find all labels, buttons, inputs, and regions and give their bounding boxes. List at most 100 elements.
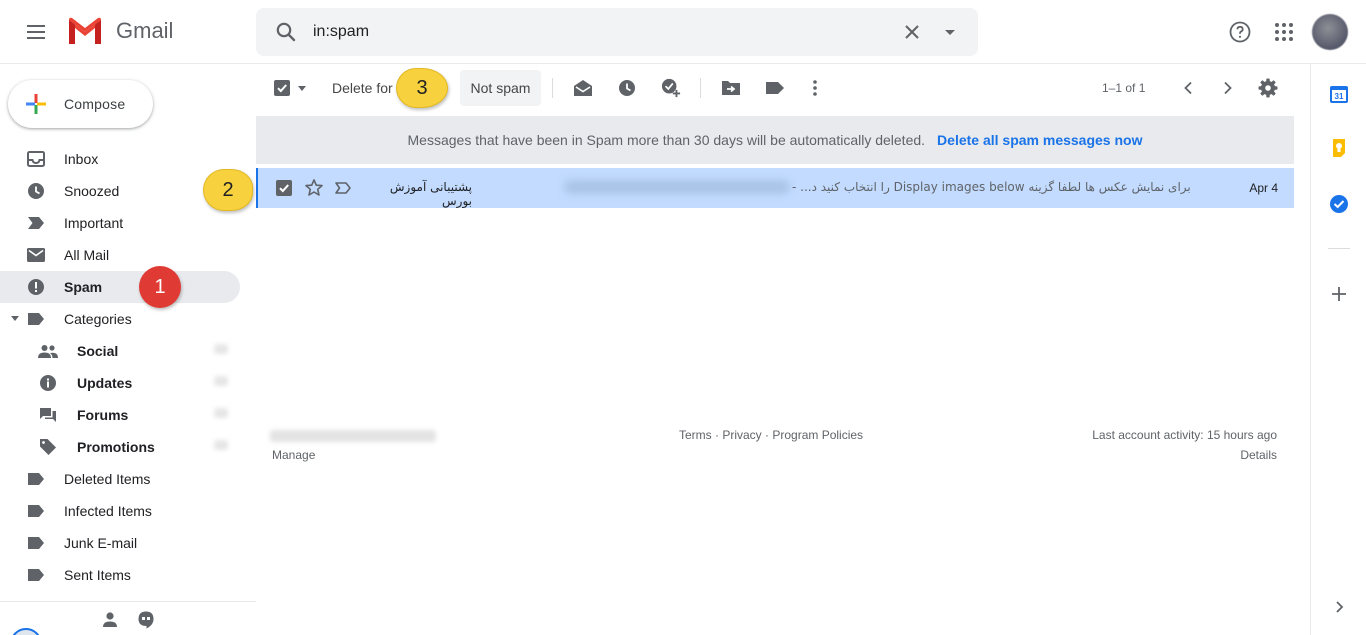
sidebar-item-label: All Mail [64, 247, 110, 263]
hangouts-icon[interactable] [136, 610, 156, 630]
banner-message: Messages that have been in Spam more tha… [407, 132, 926, 148]
search-input[interactable]: in:spam [313, 23, 369, 41]
search-options-icon[interactable] [938, 20, 962, 44]
sidebar-item-label: Sent Items [64, 567, 131, 583]
sidebar-item-label: Forums [77, 407, 129, 423]
sidebar-item-inbox[interactable]: Inbox [0, 143, 240, 175]
apps-grid-icon[interactable] [1272, 20, 1296, 44]
calendar-icon[interactable]: 31 [1329, 84, 1349, 104]
add-addon-icon[interactable] [1329, 284, 1349, 304]
manage-storage-link[interactable]: Manage [272, 448, 315, 462]
chevron-left-icon[interactable] [1178, 78, 1198, 98]
label-icon [26, 470, 46, 488]
person-icon[interactable] [100, 610, 120, 630]
svg-text:31: 31 [1335, 92, 1344, 101]
sidebar-item-deleted-items[interactable]: Deleted Items [0, 463, 240, 495]
close-icon[interactable] [900, 20, 924, 44]
sidebar-item-infected-items[interactable]: Infected Items [0, 495, 240, 527]
gmail-m-icon [69, 17, 101, 44]
plus-icon [26, 94, 46, 114]
hangouts-avatar[interactable] [10, 628, 42, 635]
delete-forever-button[interactable]: Delete for [332, 80, 393, 96]
menu-line [27, 25, 45, 27]
toolbar-divider [552, 78, 553, 98]
sidebar-item-label: Social [77, 343, 119, 359]
label-icon [26, 534, 46, 552]
gmail-window: Gmail in:spam Compose Inbox Snoozed Impo… [0, 0, 1366, 635]
compose-button[interactable]: Compose [8, 80, 153, 128]
search-bar[interactable]: in:spam [256, 8, 978, 56]
label-icon [26, 310, 46, 328]
sidebar-item-label: Spam [64, 279, 103, 295]
not-spam-button[interactable]: Not spam [460, 70, 541, 106]
sidebar-item-categories[interactable]: Categories [0, 303, 240, 335]
add-to-tasks-icon[interactable] [661, 78, 681, 98]
spam-info-banner: Messages that have been in Spam more tha… [256, 116, 1294, 164]
sidebar-item-important[interactable]: Important [0, 207, 240, 239]
sidebar-item-label: Junk E-mail [64, 535, 138, 551]
chevron-right-icon[interactable] [1218, 78, 1238, 98]
mail-date: Apr 4 [1249, 181, 1278, 195]
terms-link[interactable]: Terms [679, 428, 712, 442]
callout-badge-3: 3 [396, 68, 448, 108]
unread-count [214, 344, 228, 354]
callout-badge-2: 2 [203, 169, 253, 211]
important-icon [26, 214, 46, 232]
mail-row[interactable]: پشتیبانی آموزش بورس برای نمایش عکس ها لط… [256, 168, 1294, 208]
side-panel: 31 [1310, 64, 1366, 635]
sidebar-item-promotions[interactable]: Promotions [0, 431, 240, 463]
chevron-down-icon[interactable] [11, 316, 19, 321]
select-dropdown-icon[interactable] [298, 86, 306, 91]
spam-icon [26, 278, 46, 296]
gmail-logo[interactable]: Gmail [66, 16, 173, 46]
sidebar-item-label: Promotions [77, 439, 155, 455]
sidebar-item-spam[interactable]: Spam [0, 271, 240, 303]
move-to-icon[interactable] [721, 78, 741, 98]
delete-all-spam-link[interactable]: Delete all spam messages now [937, 132, 1142, 148]
mail-icon [26, 246, 46, 264]
privacy-link[interactable]: Privacy [722, 428, 761, 442]
people-icon [38, 342, 58, 360]
menu-line [27, 31, 45, 33]
important-marker-icon[interactable] [334, 179, 352, 197]
clock-icon [26, 182, 46, 200]
toolbar-divider [700, 78, 701, 98]
gear-icon[interactable] [1258, 78, 1278, 98]
storage-usage [270, 430, 436, 442]
sidebar-item-sent-items[interactable]: Sent Items [0, 559, 240, 591]
more-options-icon[interactable] [805, 78, 825, 98]
sidebar-item-social[interactable]: Social [0, 335, 240, 367]
sidebar-item-label: Deleted Items [64, 471, 151, 487]
sidebar-item-forums[interactable]: Forums [0, 399, 240, 431]
sidebar-item-label: Snoozed [64, 183, 120, 199]
tasks-icon[interactable] [1329, 194, 1349, 214]
star-icon[interactable] [304, 178, 324, 198]
compose-label: Compose [64, 96, 126, 112]
snooze-icon[interactable] [617, 78, 637, 98]
pagination-label: 1–1 of 1 [1102, 81, 1146, 95]
mail-sender: پشتیبانی آموزش بورس [389, 180, 472, 208]
row-checkbox[interactable] [276, 180, 292, 196]
account-avatar[interactable] [1312, 14, 1348, 50]
label-icon [26, 502, 46, 520]
chevron-right-icon[interactable] [1329, 597, 1349, 617]
label-as-icon[interactable] [765, 78, 785, 98]
main-menu-button[interactable] [20, 16, 52, 48]
mark-as-read-icon[interactable] [573, 78, 593, 98]
program-policies-link[interactable]: Program Policies [772, 428, 863, 442]
sidebar-item-label: Important [64, 215, 124, 231]
details-link[interactable]: Details [1240, 448, 1277, 462]
sidebar-item-updates[interactable]: Updates [0, 367, 240, 399]
info-icon [38, 374, 58, 392]
sidebar-item-junk-email[interactable]: Junk E-mail [0, 527, 240, 559]
sidebar-item-all-mail[interactable]: All Mail [0, 239, 240, 271]
label-icon [26, 566, 46, 584]
help-icon[interactable] [1228, 20, 1252, 44]
keep-icon[interactable] [1329, 138, 1349, 158]
select-all-checkbox[interactable] [274, 80, 290, 96]
sidebar: Compose Inbox Snoozed Important All Mail [0, 64, 256, 635]
menu-line [27, 37, 45, 39]
search-icon[interactable] [274, 20, 298, 44]
sidebar-item-label: Infected Items [64, 503, 152, 519]
tag-icon [38, 438, 58, 456]
